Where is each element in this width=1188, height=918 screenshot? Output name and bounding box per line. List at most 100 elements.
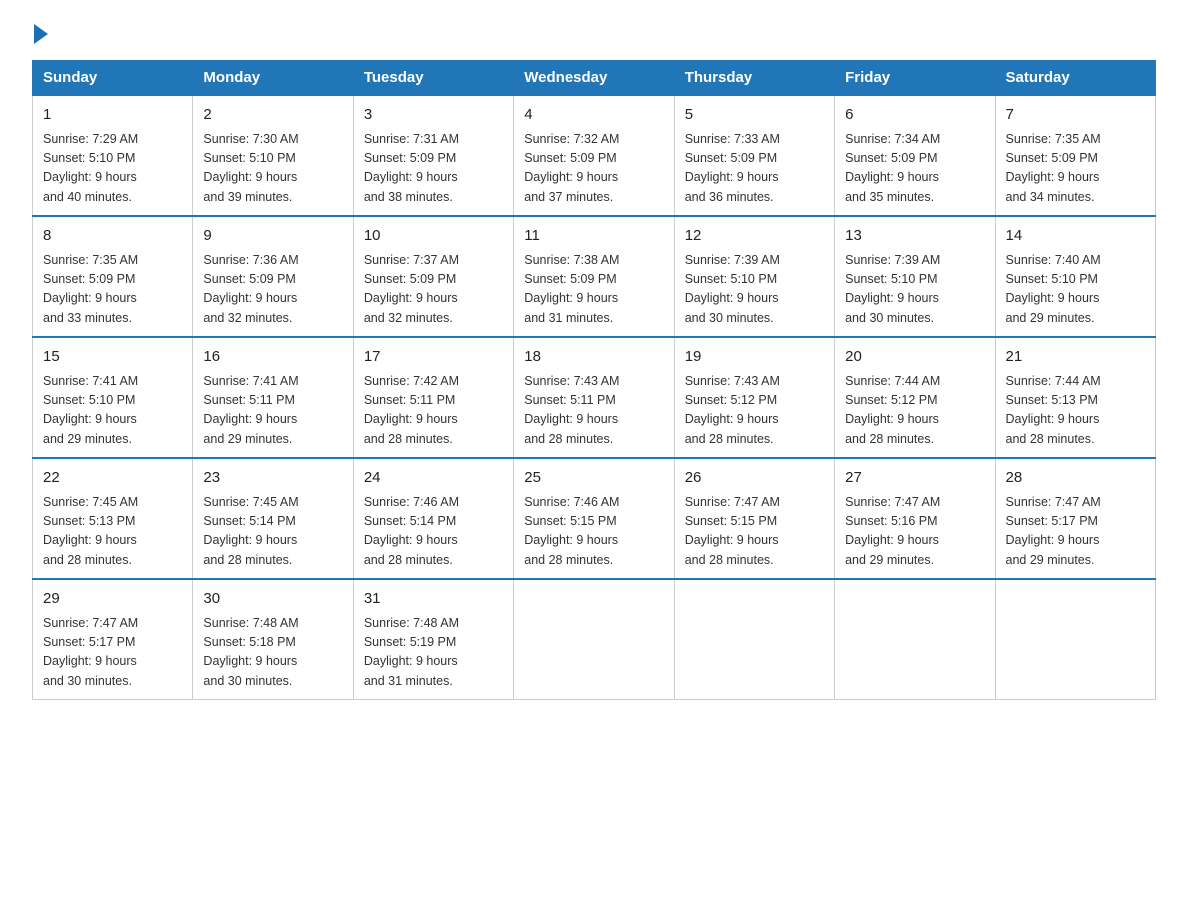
day-number: 3 xyxy=(364,104,503,127)
col-header-tuesday: Tuesday xyxy=(353,61,513,96)
col-header-saturday: Saturday xyxy=(995,61,1155,96)
day-number: 22 xyxy=(43,467,182,490)
calendar-cell: 10 Sunrise: 7:37 AMSunset: 5:09 PMDayligh… xyxy=(353,216,513,337)
day-number: 14 xyxy=(1006,225,1145,248)
day-info: Sunrise: 7:32 AMSunset: 5:09 PMDaylight:… xyxy=(524,130,663,208)
day-info: Sunrise: 7:35 AMSunset: 5:09 PMDaylight:… xyxy=(1006,130,1145,208)
logo[interactable] xyxy=(32,24,48,42)
day-number: 9 xyxy=(203,225,342,248)
calendar-cell: 25 Sunrise: 7:46 AMSunset: 5:15 PMDayligh… xyxy=(514,458,674,579)
day-info: Sunrise: 7:39 AMSunset: 5:10 PMDaylight:… xyxy=(845,251,984,329)
calendar-cell: 5 Sunrise: 7:33 AMSunset: 5:09 PMDaylight… xyxy=(674,95,834,216)
calendar-week-row: 1 Sunrise: 7:29 AMSunset: 5:10 PMDaylight… xyxy=(33,95,1156,216)
day-info: Sunrise: 7:45 AMSunset: 5:14 PMDaylight:… xyxy=(203,493,342,571)
col-header-sunday: Sunday xyxy=(33,61,193,96)
day-number: 2 xyxy=(203,104,342,127)
day-number: 30 xyxy=(203,588,342,611)
calendar-cell xyxy=(835,579,995,700)
day-number: 4 xyxy=(524,104,663,127)
calendar-cell: 14 Sunrise: 7:40 AMSunset: 5:10 PMDayligh… xyxy=(995,216,1155,337)
day-info: Sunrise: 7:41 AMSunset: 5:10 PMDaylight:… xyxy=(43,372,182,450)
day-number: 23 xyxy=(203,467,342,490)
day-info: Sunrise: 7:38 AMSunset: 5:09 PMDaylight:… xyxy=(524,251,663,329)
day-number: 21 xyxy=(1006,346,1145,369)
calendar-cell: 29Sunrise: 7:47 AMSunset: 5:17 PMDayligh… xyxy=(33,579,193,700)
calendar-cell: 24 Sunrise: 7:46 AMSunset: 5:14 PMDayligh… xyxy=(353,458,513,579)
col-header-thursday: Thursday xyxy=(674,61,834,96)
calendar-cell: 16 Sunrise: 7:41 AMSunset: 5:11 PMDayligh… xyxy=(193,337,353,458)
day-number: 5 xyxy=(685,104,824,127)
calendar-week-row: 15Sunrise: 7:41 AMSunset: 5:10 PMDayligh… xyxy=(33,337,1156,458)
day-number: 8 xyxy=(43,225,182,248)
day-info: Sunrise: 7:44 AMSunset: 5:12 PMDaylight:… xyxy=(845,372,984,450)
day-number: 19 xyxy=(685,346,824,369)
calendar-cell: 23 Sunrise: 7:45 AMSunset: 5:14 PMDayligh… xyxy=(193,458,353,579)
day-info: Sunrise: 7:39 AMSunset: 5:10 PMDaylight:… xyxy=(685,251,824,329)
day-info: Sunrise: 7:48 AMSunset: 5:19 PMDaylight:… xyxy=(364,614,503,692)
calendar-cell: 26 Sunrise: 7:47 AMSunset: 5:15 PMDayligh… xyxy=(674,458,834,579)
day-info: Sunrise: 7:41 AMSunset: 5:11 PMDaylight:… xyxy=(203,372,342,450)
calendar-cell xyxy=(674,579,834,700)
day-info: Sunrise: 7:45 AMSunset: 5:13 PMDaylight:… xyxy=(43,493,182,571)
day-info: Sunrise: 7:44 AMSunset: 5:13 PMDaylight:… xyxy=(1006,372,1145,450)
day-info: Sunrise: 7:47 AMSunset: 5:17 PMDaylight:… xyxy=(1006,493,1145,571)
col-header-friday: Friday xyxy=(835,61,995,96)
day-number: 17 xyxy=(364,346,503,369)
day-info: Sunrise: 7:46 AMSunset: 5:15 PMDaylight:… xyxy=(524,493,663,571)
calendar-cell: 3 Sunrise: 7:31 AMSunset: 5:09 PMDaylight… xyxy=(353,95,513,216)
calendar-cell xyxy=(514,579,674,700)
calendar-cell: 12Sunrise: 7:39 AMSunset: 5:10 PMDayligh… xyxy=(674,216,834,337)
day-info: Sunrise: 7:29 AMSunset: 5:10 PMDaylight:… xyxy=(43,130,182,208)
day-info: Sunrise: 7:48 AMSunset: 5:18 PMDaylight:… xyxy=(203,614,342,692)
day-number: 6 xyxy=(845,104,984,127)
day-number: 7 xyxy=(1006,104,1145,127)
calendar-cell: 13 Sunrise: 7:39 AMSunset: 5:10 PMDayligh… xyxy=(835,216,995,337)
calendar-cell: 9 Sunrise: 7:36 AMSunset: 5:09 PMDaylight… xyxy=(193,216,353,337)
day-info: Sunrise: 7:35 AMSunset: 5:09 PMDaylight:… xyxy=(43,251,182,329)
day-info: Sunrise: 7:37 AMSunset: 5:09 PMDaylight:… xyxy=(364,251,503,329)
day-number: 10 xyxy=(364,225,503,248)
calendar-cell: 28 Sunrise: 7:47 AMSunset: 5:17 PMDayligh… xyxy=(995,458,1155,579)
calendar-cell: 19Sunrise: 7:43 AMSunset: 5:12 PMDayligh… xyxy=(674,337,834,458)
day-number: 28 xyxy=(1006,467,1145,490)
calendar-cell: 8 Sunrise: 7:35 AMSunset: 5:09 PMDaylight… xyxy=(33,216,193,337)
logo-arrow-icon xyxy=(34,24,48,44)
calendar-cell: 31 Sunrise: 7:48 AMSunset: 5:19 PMDayligh… xyxy=(353,579,513,700)
day-info: Sunrise: 7:46 AMSunset: 5:14 PMDaylight:… xyxy=(364,493,503,571)
day-info: Sunrise: 7:34 AMSunset: 5:09 PMDaylight:… xyxy=(845,130,984,208)
day-number: 11 xyxy=(524,225,663,248)
calendar-cell: 22 Sunrise: 7:45 AMSunset: 5:13 PMDayligh… xyxy=(33,458,193,579)
day-info: Sunrise: 7:47 AMSunset: 5:15 PMDaylight:… xyxy=(685,493,824,571)
col-header-monday: Monday xyxy=(193,61,353,96)
day-number: 24 xyxy=(364,467,503,490)
day-info: Sunrise: 7:33 AMSunset: 5:09 PMDaylight:… xyxy=(685,130,824,208)
day-number: 1 xyxy=(43,104,182,127)
day-number: 13 xyxy=(845,225,984,248)
day-number: 27 xyxy=(845,467,984,490)
day-info: Sunrise: 7:36 AMSunset: 5:09 PMDaylight:… xyxy=(203,251,342,329)
day-info: Sunrise: 7:31 AMSunset: 5:09 PMDaylight:… xyxy=(364,130,503,208)
day-info: Sunrise: 7:40 AMSunset: 5:10 PMDaylight:… xyxy=(1006,251,1145,329)
calendar-table: SundayMondayTuesdayWednesdayThursdayFrid… xyxy=(32,60,1156,700)
calendar-cell: 11 Sunrise: 7:38 AMSunset: 5:09 PMDayligh… xyxy=(514,216,674,337)
page-header xyxy=(32,24,1156,42)
day-info: Sunrise: 7:47 AMSunset: 5:16 PMDaylight:… xyxy=(845,493,984,571)
calendar-header-row: SundayMondayTuesdayWednesdayThursdayFrid… xyxy=(33,61,1156,96)
calendar-cell: 18Sunrise: 7:43 AMSunset: 5:11 PMDayligh… xyxy=(514,337,674,458)
day-number: 16 xyxy=(203,346,342,369)
day-info: Sunrise: 7:42 AMSunset: 5:11 PMDaylight:… xyxy=(364,372,503,450)
calendar-cell xyxy=(995,579,1155,700)
calendar-cell: 7 Sunrise: 7:35 AMSunset: 5:09 PMDaylight… xyxy=(995,95,1155,216)
day-number: 31 xyxy=(364,588,503,611)
calendar-week-row: 8 Sunrise: 7:35 AMSunset: 5:09 PMDaylight… xyxy=(33,216,1156,337)
day-number: 26 xyxy=(685,467,824,490)
day-number: 25 xyxy=(524,467,663,490)
calendar-week-row: 29Sunrise: 7:47 AMSunset: 5:17 PMDayligh… xyxy=(33,579,1156,700)
calendar-cell: 27 Sunrise: 7:47 AMSunset: 5:16 PMDayligh… xyxy=(835,458,995,579)
calendar-cell: 15Sunrise: 7:41 AMSunset: 5:10 PMDayligh… xyxy=(33,337,193,458)
day-info: Sunrise: 7:30 AMSunset: 5:10 PMDaylight:… xyxy=(203,130,342,208)
day-number: 29 xyxy=(43,588,182,611)
calendar-week-row: 22 Sunrise: 7:45 AMSunset: 5:13 PMDayligh… xyxy=(33,458,1156,579)
col-header-wednesday: Wednesday xyxy=(514,61,674,96)
calendar-cell: 17 Sunrise: 7:42 AMSunset: 5:11 PMDayligh… xyxy=(353,337,513,458)
